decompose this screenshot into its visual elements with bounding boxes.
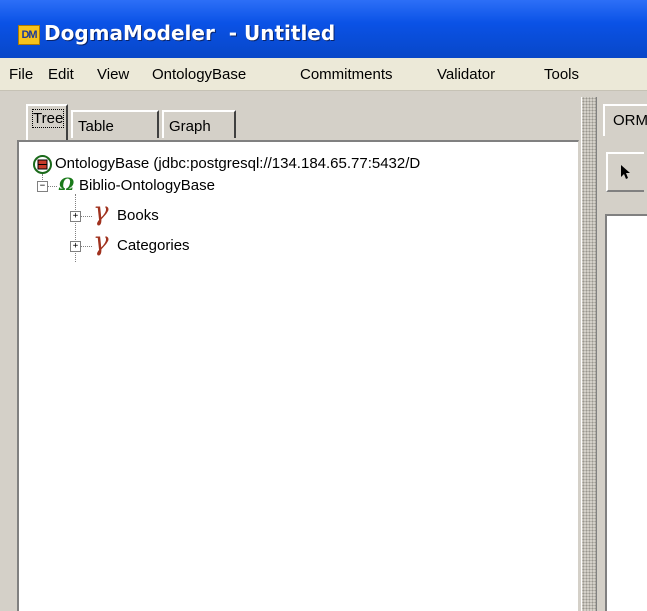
menu-tools[interactable]: Tools [544,66,579,83]
pointer-icon [621,165,630,179]
database-icon [33,155,52,174]
window-title: DogmaModeler - Untitled [44,21,336,45]
collapse-toggle[interactable]: − [37,181,48,192]
tab-orm[interactable]: ORM [603,104,647,136]
expand-toggle[interactable]: + [70,241,81,252]
tree-node-ontologybase-label: Biblio-OntologyBase [79,177,215,194]
menu-file[interactable]: File [9,66,33,83]
menu-ontologybase[interactable]: OntologyBase [152,66,246,83]
gamma-icon: γ [93,197,109,227]
menu-view[interactable]: View [97,66,129,83]
gamma-icon: γ [93,227,109,257]
expand-toggle[interactable]: + [70,211,81,222]
tree-connector [80,246,92,247]
tree-node-root-label: OntologyBase (jdbc:postgresql://134.184.… [55,155,421,172]
application-window: DM DogmaModeler - Untitled File Edit Vie… [0,0,647,611]
menu-bar: File Edit View OntologyBase Commitments … [0,58,647,91]
tree-node-books-label: Books [117,207,159,224]
menu-edit[interactable]: Edit [48,66,74,83]
tab-tree[interactable]: Tree [26,104,68,140]
pointer-tool-button[interactable] [606,152,644,192]
pane-splitter[interactable] [581,97,597,611]
diagram-canvas[interactable] [605,214,647,611]
tree-connector [47,186,57,187]
tree-view[interactable]: OntologyBase (jdbc:postgresql://134.184.… [17,140,579,611]
title-bar[interactable]: DM DogmaModeler - Untitled [0,0,647,58]
tree-connector [80,216,92,217]
menu-commitments[interactable]: Commitments [300,66,393,83]
tab-table[interactable]: Table [71,110,159,138]
menu-validator[interactable]: Validator [437,66,495,83]
tab-graph[interactable]: Graph [162,110,236,138]
omega-icon: Ω [59,175,75,195]
app-icon[interactable]: DM [18,25,40,45]
tree-node-categories-label: Categories [117,237,190,254]
